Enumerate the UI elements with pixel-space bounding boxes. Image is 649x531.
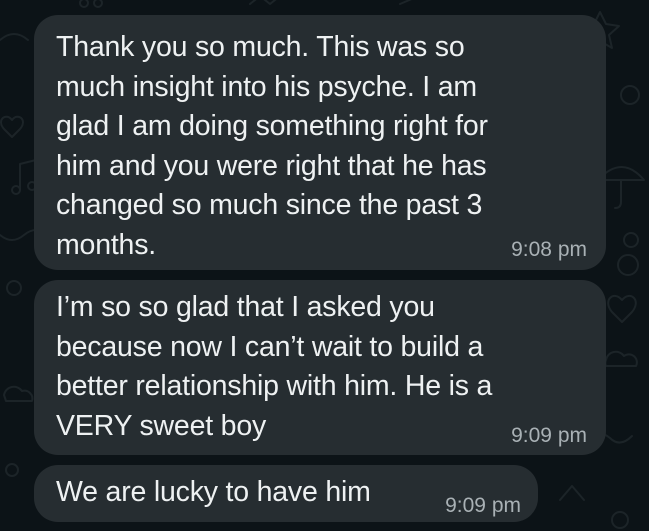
message-text-2: I’m so so glad that I asked you because … (56, 291, 493, 442)
message-timestamp-2: 9:09 pm (511, 424, 587, 447)
message-text-3: We are lucky to have him (56, 476, 371, 508)
music-note-doodle-icon (11, 159, 37, 195)
message-bubble-2[interactable]: I’m so so glad that I asked you because … (34, 280, 606, 455)
message-timestamp-1: 9:08 pm (511, 238, 587, 261)
message-timestamp-3: 9:09 pm (445, 494, 521, 517)
message-text-1: Thank you so much. This was so much insi… (56, 31, 488, 261)
message-bubble-1[interactable]: Thank you so much. This was so much insi… (34, 15, 606, 270)
message-bubble-3[interactable]: We are lucky to have him 9:09 pm (34, 465, 538, 522)
